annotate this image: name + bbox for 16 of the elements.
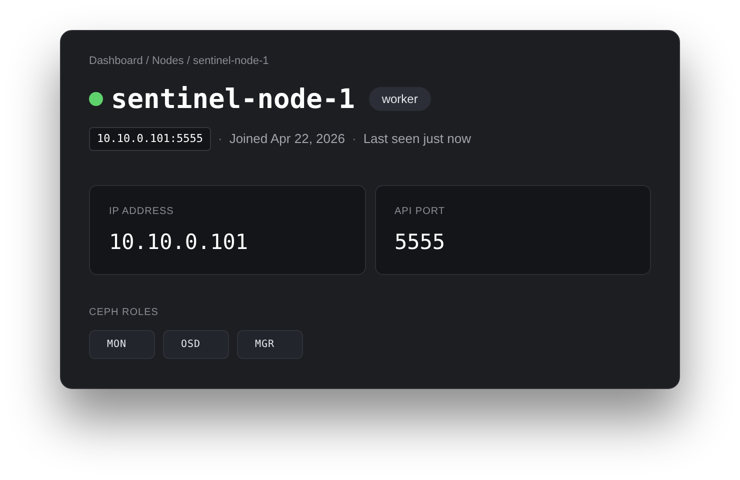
- address-chip: 10.10.0.101:5555: [89, 126, 211, 151]
- node-title: sentinel-node-1: [111, 86, 355, 112]
- stat-value: 5555: [394, 229, 446, 256]
- role-badge: worker: [368, 87, 431, 111]
- stat-label: IP ADDRESS: [109, 205, 175, 219]
- breadcrumb: Dashboard / Nodes / sentinel-node-1: [89, 54, 270, 69]
- section-label: CEPH ROLES: [89, 306, 160, 320]
- stat-value: 10.10.0.101: [109, 229, 250, 256]
- role-tag: OSD: [163, 330, 229, 359]
- separator: ·: [218, 130, 222, 148]
- meta-text: Joined Apr 22, 2026: [229, 130, 345, 148]
- role-tag: MON: [89, 330, 155, 359]
- separator: ·: [352, 130, 356, 148]
- stat-label: API PORT: [394, 205, 446, 219]
- role-tag: MGR: [237, 330, 303, 359]
- meta-text: Last seen just now: [363, 130, 471, 148]
